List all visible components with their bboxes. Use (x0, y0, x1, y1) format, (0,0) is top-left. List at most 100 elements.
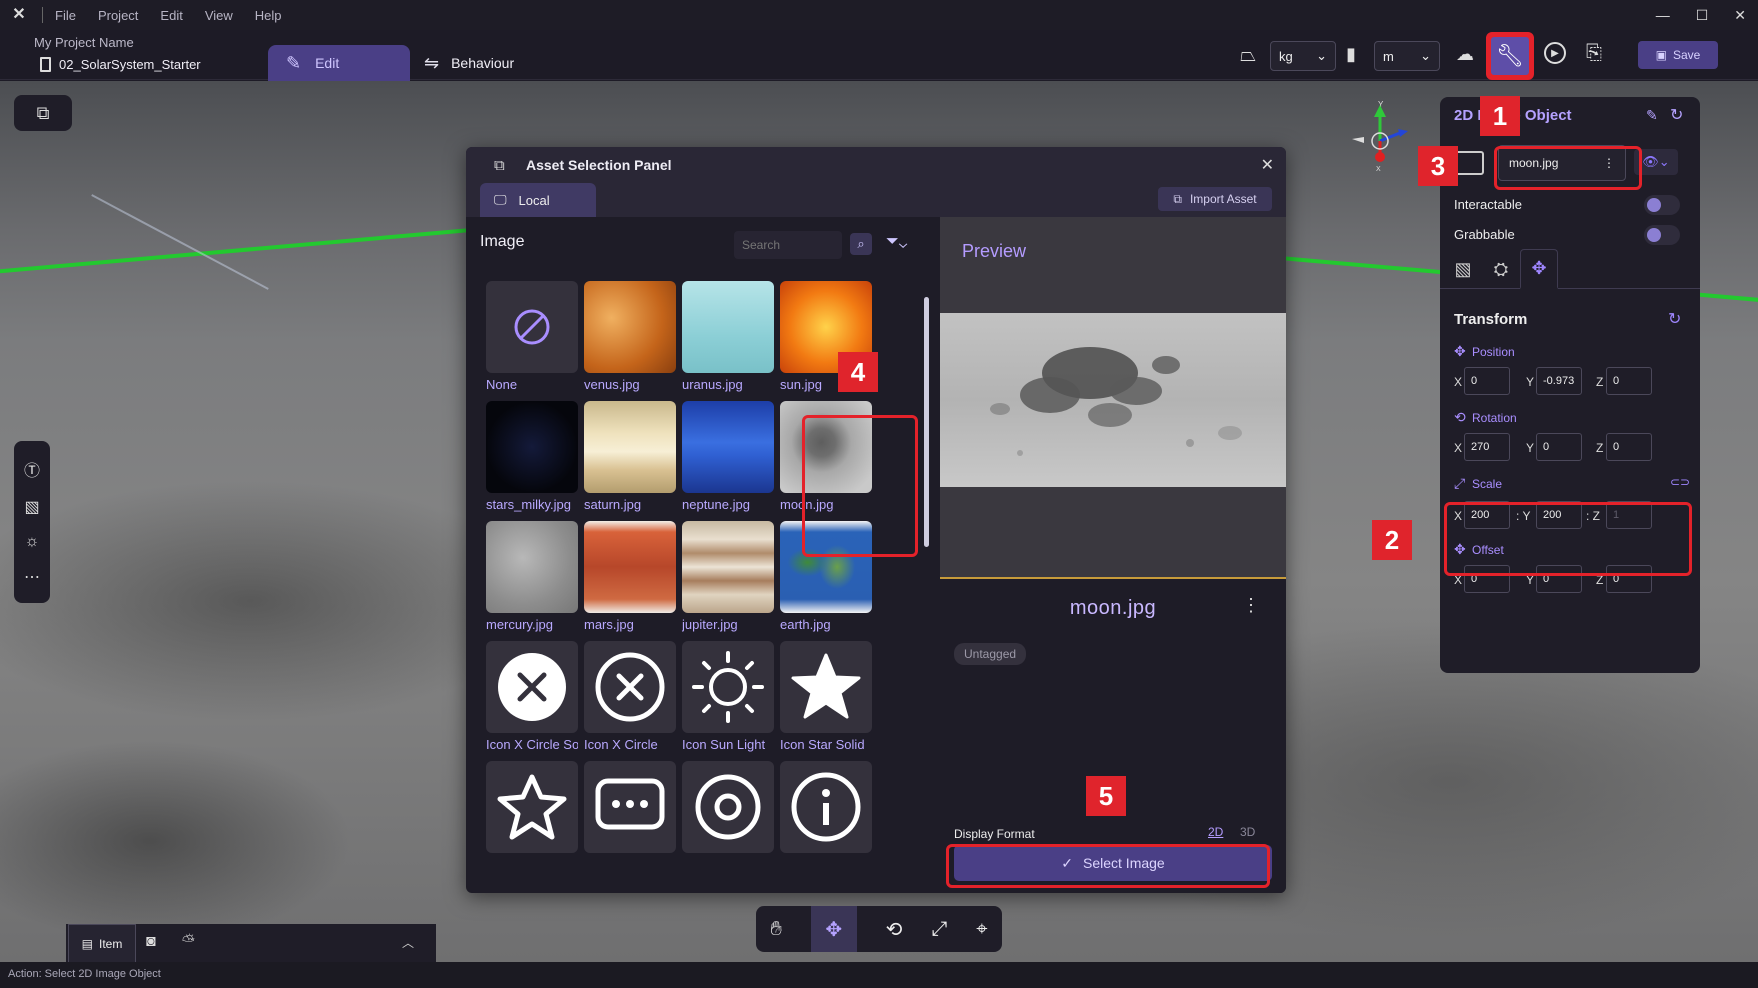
asset-tile-none[interactable]: None (486, 281, 578, 405)
asset-label: uranus.jpg (682, 377, 743, 392)
saturn-thumbnail (584, 401, 676, 493)
move-tool-icon[interactable]: ✥ (810, 906, 857, 952)
asset-tile-mars[interactable]: mars.jpg (584, 521, 676, 645)
position-z-field[interactable]: 0 (1606, 367, 1652, 395)
asset-tile-icon-star[interactable] (486, 761, 578, 885)
callout-highlight-select-button (946, 844, 1270, 888)
sun-light-icon (682, 641, 774, 733)
menu-edit[interactable]: Edit (160, 8, 182, 23)
light-tool-icon[interactable]: ☼ (25, 533, 40, 551)
play-button[interactable]: ▶ (1544, 42, 1566, 64)
environment-icon[interactable]: ⛅︎ (182, 933, 195, 951)
link-icon[interactable]: ⊂⊃ (1670, 475, 1690, 489)
pencil-icon[interactable]: ✎ (1646, 107, 1658, 124)
mass-unit-select[interactable]: kg ⌄ (1270, 41, 1336, 71)
asset-tile-icon-chat[interactable] (584, 761, 676, 885)
inspector-tabs: ▧ ⛭ ✥ (1440, 245, 1700, 289)
tab-local-label: Local (518, 192, 550, 208)
physics-icon[interactable]: ◙ (146, 933, 156, 951)
length-unit-select[interactable]: m ⌄ (1374, 41, 1440, 71)
asset-tile-icon-target[interactable] (682, 761, 774, 885)
item-icon: ▤ (81, 936, 93, 951)
tag-badge: Untagged (954, 643, 1027, 665)
rotation-x-field[interactable]: 270 (1464, 433, 1510, 461)
menu-view[interactable]: View (205, 8, 233, 23)
info-icon (780, 761, 872, 853)
cloud-icon[interactable]: ☁ (1456, 44, 1474, 65)
tab-transform[interactable]: ✥ (1520, 249, 1558, 289)
asset-label: Icon X Circle Solid (486, 737, 578, 752)
text-tool-icon[interactable]: Ⓣ (24, 457, 40, 481)
dock-tab-item[interactable]: ▤ Item (68, 924, 136, 962)
asset-tile-neptune[interactable]: neptune.jpg (682, 401, 774, 525)
mercury-thumbnail (486, 521, 578, 613)
search-input[interactable] (734, 231, 842, 259)
filter-icon[interactable]: ⏷⌄ (886, 233, 907, 251)
tab-local[interactable]: 🖵︎ Local (480, 183, 596, 217)
format-3d-option[interactable]: 3D (1240, 825, 1255, 839)
scale-tool-icon[interactable]: ⤢ (931, 918, 947, 941)
save-label: Save (1672, 48, 1701, 62)
rotation-y-field[interactable]: 0 (1536, 433, 1582, 461)
menu-file[interactable]: File (55, 8, 76, 23)
reset-icon[interactable]: ↻ (1668, 309, 1681, 329)
asset-tile-icon-sun-light[interactable]: Icon Sun Light (682, 641, 774, 765)
asset-tile-icon-x-circle-solid[interactable]: Icon X Circle Solid (486, 641, 578, 765)
callout-highlight-moon-tile (802, 415, 918, 557)
tab-image-settings[interactable]: ▧ (1444, 249, 1482, 289)
maximize-button[interactable]: ☐ (1696, 7, 1709, 24)
position-y-field[interactable]: -0.973 (1536, 367, 1582, 395)
reset-icon[interactable]: ↻ (1670, 105, 1683, 125)
rotation-z-field[interactable]: 0 (1606, 433, 1652, 461)
axis-z-label: Z (1596, 441, 1604, 455)
menu-help[interactable]: Help (255, 8, 282, 23)
title-bar: ✕ File Project Edit View Help — ☐ ✕ (0, 0, 1758, 30)
asset-tile-venus[interactable]: venus.jpg (584, 281, 676, 405)
more-icon[interactable]: ⋯ (24, 567, 40, 587)
dock-tab-item-label: Item (99, 936, 123, 951)
import-asset-button[interactable]: ⧉ Import Asset (1158, 187, 1272, 211)
asset-tile-uranus[interactable]: uranus.jpg (682, 281, 774, 405)
grabbable-label: Grabbable (1454, 227, 1515, 242)
view-mode-button[interactable]: ⧉ (14, 95, 72, 131)
bookmark-icon (40, 57, 51, 72)
tab-edit[interactable]: ✎ Edit (268, 45, 410, 81)
weight-icon: ⏢ (1240, 44, 1256, 66)
position-x-field[interactable]: 0 (1464, 367, 1510, 395)
menu-project[interactable]: Project (98, 8, 138, 23)
search-icon[interactable]: ⌕ (850, 233, 872, 255)
close-icon[interactable]: ✕ (1261, 155, 1274, 175)
asset-label: saturn.jpg (584, 497, 642, 512)
grabbable-toggle[interactable] (1644, 225, 1680, 245)
chevron-up-icon[interactable]: ︿ (402, 934, 414, 951)
publish-icon[interactable]: ⎘ (1586, 42, 1602, 65)
position-icon: ✥ (1454, 343, 1466, 359)
tab-appearance[interactable]: ⛭ (1482, 249, 1520, 289)
minimize-button[interactable]: — (1656, 7, 1670, 23)
scene-selector[interactable]: 02_SolarSystem_Starter (40, 57, 201, 72)
asset-tile-stars[interactable]: stars_milky.jpg (486, 401, 578, 525)
asset-tile-icon-star-solid[interactable]: Icon Star Solid (780, 641, 872, 765)
asset-tile-saturn[interactable]: saturn.jpg (584, 401, 676, 525)
grid-line (91, 194, 269, 290)
asset-tile-mercury[interactable]: mercury.jpg (486, 521, 578, 645)
asset-label: jupiter.jpg (682, 617, 738, 632)
pivot-tool-icon[interactable]: ⌖ (976, 918, 987, 941)
image-tool-icon[interactable]: ▧ (24, 497, 39, 517)
interactable-toggle[interactable] (1644, 195, 1680, 215)
image-icon (1454, 151, 1484, 175)
position-label: Position (1472, 345, 1515, 359)
close-window-button[interactable]: ✕ (1734, 7, 1746, 24)
asset-tile-jupiter[interactable]: jupiter.jpg (682, 521, 774, 645)
tab-behaviour[interactable]: ⇋ Behaviour (424, 45, 514, 81)
hand-icon[interactable]: ✋︎ (770, 918, 781, 941)
format-2d-option[interactable]: 2D (1208, 825, 1223, 839)
rotate-tool-icon[interactable]: ⟲ (886, 917, 903, 942)
asset-tile-icon-x-circle[interactable]: Icon X Circle (584, 641, 676, 765)
more-vertical-icon[interactable]: ⋮ (1242, 595, 1260, 616)
asset-tile-icon-info[interactable] (780, 761, 872, 885)
monitor-icon: 🖵︎ (494, 192, 507, 207)
save-button[interactable]: ▣ Save (1638, 41, 1718, 69)
asset-grid-scrollbar[interactable] (924, 297, 929, 547)
eye-icon: 👁︎⌄ (1642, 154, 1670, 169)
